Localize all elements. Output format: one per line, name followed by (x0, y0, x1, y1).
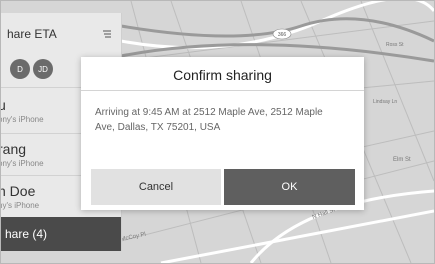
street-label-ross: Ross St (386, 42, 404, 48)
contact-name: u (1, 97, 6, 113)
route-badge: 366 (278, 32, 287, 38)
avatar[interactable]: JD (33, 59, 53, 79)
menu-icon[interactable] (102, 30, 112, 38)
street-label-elm: Elm St (393, 157, 411, 163)
panel-title: hare ETA (7, 27, 57, 41)
contact-name: n Doe (0, 183, 36, 199)
dialog-message: Arriving at 9:45 AM at 2512 Maple Ave, 2… (95, 107, 323, 133)
contact-name: rang (0, 141, 27, 157)
dialog-divider (81, 90, 364, 91)
share-button-label: hare (4) (5, 227, 48, 241)
screen-frame: 366 Ross St Elm St N Hall St McCoy Pl Li… (0, 0, 435, 264)
contact-device: ony's iPhone (0, 115, 44, 124)
contact-device: ny's iPhone (0, 201, 40, 210)
cancel-button[interactable]: Cancel (91, 169, 221, 205)
street-label-lindsay: Lindsay Ln (373, 99, 397, 105)
confirm-sharing-dialog: Confirm sharing Arriving at 9:45 AM at 2… (81, 57, 364, 210)
contact-device: ony's iPhone (0, 159, 44, 168)
share-button[interactable]: hare (4) (1, 217, 121, 251)
avatar[interactable]: D (10, 59, 30, 79)
ok-button[interactable]: OK (224, 169, 355, 205)
dialog-title: Confirm sharing (173, 67, 272, 83)
